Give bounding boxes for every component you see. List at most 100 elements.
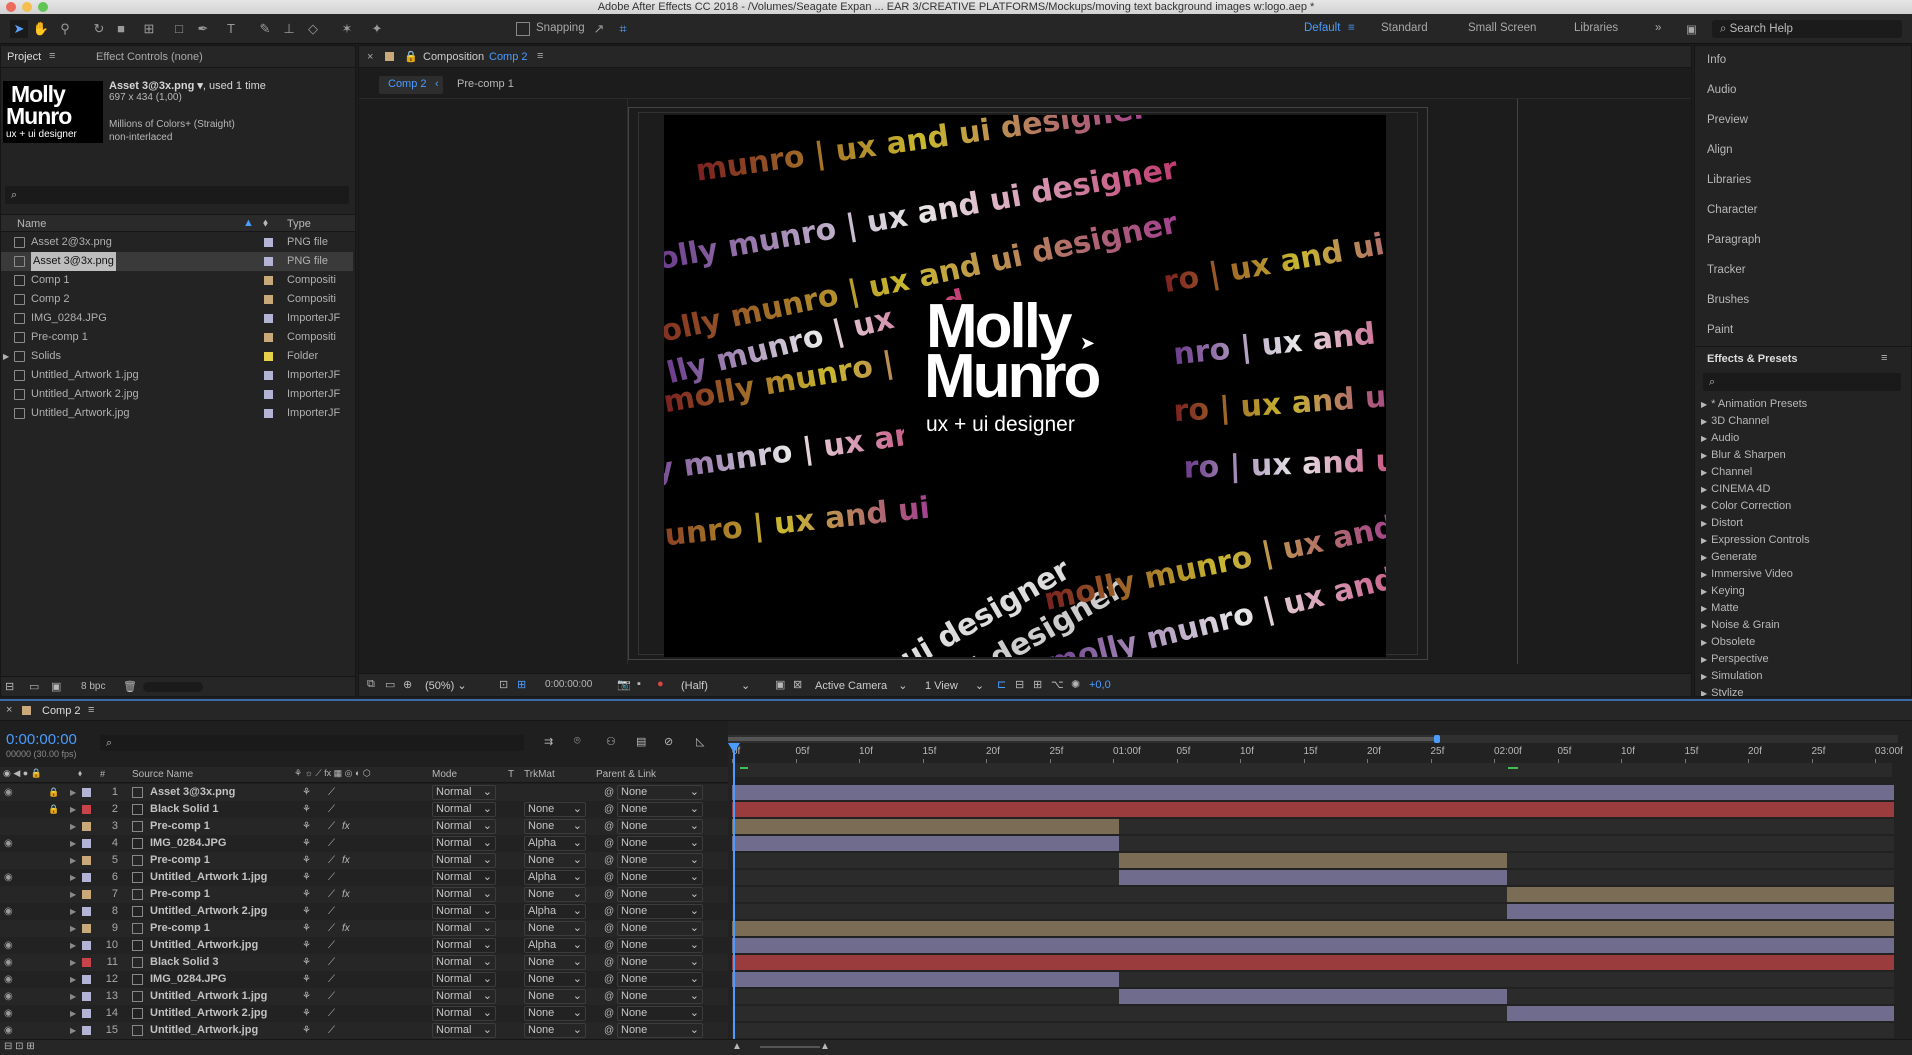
layer-name[interactable]: Untitled_Artwork 2.jpg [150, 1005, 267, 1022]
always-preview-icon[interactable]: ⧉ [367, 678, 375, 691]
track-matte-dropdown[interactable]: None ⌄ [524, 921, 586, 936]
effects-search-input[interactable]: ⌕ [1703, 373, 1901, 391]
breadcrumb-comp2[interactable]: Comp 2 [379, 76, 443, 94]
layer-duration-bar[interactable] [1119, 870, 1507, 885]
layer-duration-bar[interactable] [732, 785, 1894, 800]
expand-arrow-icon[interactable]: ▶ [70, 954, 76, 971]
disclosure-triangle-icon[interactable]: ▶ [1701, 638, 1707, 647]
parent-dropdown[interactable]: None ⌄ [617, 904, 703, 919]
layer-row[interactable]: ◉ ▶ 13 Untitled_Artwork 1.jpg ⚘ ⟋ Normal ⌄ None ⌄… [0, 988, 730, 1005]
timeline-zoom-slider[interactable] [760, 1046, 820, 1048]
layer-name[interactable]: Untitled_Artwork 1.jpg [150, 869, 267, 886]
column-parent[interactable]: Parent & Link [596, 769, 656, 780]
quality-switch-icon[interactable]: ⟋ [328, 1005, 335, 1022]
eye-icon[interactable]: ◉ [4, 784, 13, 801]
blend-mode-dropdown[interactable]: Normal ⌄ [432, 904, 496, 919]
layer-duration-bar[interactable] [732, 972, 1120, 987]
shy-switch-icon[interactable]: ⚘ [302, 937, 311, 954]
more-workspaces-icon[interactable]: » [1655, 22, 1661, 34]
layer-row[interactable]: ▶ 7 Pre-comp 1 ⚘ ⟋ fx Normal ⌄ None ⌄ @ None ⌄ [0, 886, 730, 903]
effect-switch[interactable]: fx [342, 852, 350, 869]
pickwhip-icon[interactable]: @ [604, 801, 614, 818]
pickwhip-icon[interactable]: @ [604, 784, 614, 801]
track-matte-dropdown[interactable]: Alpha ⌄ [524, 836, 586, 851]
shy-layers-icon[interactable]: ⚇ [606, 735, 616, 748]
blend-mode-dropdown[interactable]: Normal ⌄ [432, 870, 496, 885]
new-composition-icon[interactable]: ▣ [51, 680, 61, 693]
parent-dropdown[interactable]: None ⌄ [617, 955, 703, 970]
pickwhip-icon[interactable]: @ [604, 886, 614, 903]
zoom-window-button[interactable] [38, 2, 48, 12]
layer-row[interactable]: ◉ ▶ 15 Untitled_Artwork.jpg ⚘ ⟋ Normal ⌄ None ⌄ @ N… [0, 1022, 730, 1039]
expand-arrow-icon[interactable]: ▶ [70, 886, 76, 903]
blend-mode-dropdown[interactable]: Normal ⌄ [432, 972, 496, 987]
disclosure-triangle-icon[interactable]: ▶ [1701, 570, 1707, 579]
effect-category[interactable]: ▶ Channel [1701, 466, 1752, 483]
roto-brush-tool-icon[interactable]: ✶ [338, 20, 356, 38]
layer-duration-bar[interactable] [732, 836, 1120, 851]
project-item[interactable]: Comp 1 Compositi [1, 271, 353, 290]
label-color[interactable] [264, 257, 273, 266]
breadcrumb-precomp1[interactable]: Pre-comp 1 [457, 78, 514, 90]
parent-dropdown[interactable]: None ⌄ [617, 802, 703, 817]
effect-switch[interactable]: fx [342, 920, 350, 937]
graph-editor-icon[interactable]: ◺ [696, 735, 704, 748]
project-item[interactable]: Untitled_Artwork.jpg ImporterJF [1, 404, 353, 423]
disclosure-triangle-icon[interactable]: ▶ [1701, 485, 1707, 494]
disclosure-triangle-icon[interactable]: ▶ [1701, 451, 1707, 460]
snapshot-icon[interactable]: 📷 [617, 678, 631, 691]
layer-duration-bar[interactable] [1506, 904, 1894, 919]
track-matte-dropdown[interactable]: None ⌄ [524, 802, 586, 817]
zoom-dropdown[interactable]: (50%) ⌄ [425, 679, 475, 693]
layer-name[interactable]: Pre-comp 1 [150, 886, 210, 903]
eraser-tool-icon[interactable]: ◇ [304, 20, 322, 38]
label-color[interactable] [82, 856, 91, 865]
parent-dropdown[interactable]: None ⌄ [617, 819, 703, 834]
panel-info[interactable]: Info [1707, 54, 1726, 66]
layer-duration-bar[interactable] [1506, 1006, 1894, 1021]
eye-icon[interactable]: ◉ [4, 869, 13, 886]
column-source-name[interactable]: Source Name [132, 769, 193, 780]
reset-exposure-icon[interactable]: ✺ [1071, 678, 1080, 691]
channel-icon[interactable]: ● [657, 678, 664, 690]
workspace-small-screen[interactable]: Small Screen [1468, 22, 1536, 34]
effect-category[interactable]: ▶ Expression Controls [1701, 534, 1810, 551]
blend-mode-dropdown[interactable]: Normal ⌄ [432, 836, 496, 851]
label-color[interactable] [264, 409, 273, 418]
shy-switch-icon[interactable]: ⚘ [302, 784, 311, 801]
draft-3d-icon[interactable]: ⌾ [574, 735, 581, 748]
project-item[interactable]: IMG_0284.JPG ImporterJF [1, 309, 353, 328]
label-color[interactable] [82, 822, 91, 831]
track-matte-dropdown[interactable]: Alpha ⌄ [524, 904, 586, 919]
project-item[interactable]: Comp 2 Compositi [1, 290, 353, 309]
effect-category[interactable]: ▶ Distort [1701, 517, 1743, 534]
type-tool-icon[interactable]: T [222, 20, 240, 38]
eye-icon[interactable]: ◉ [4, 835, 13, 852]
label-color[interactable] [82, 907, 91, 916]
column-mode[interactable]: Mode [432, 769, 457, 780]
layer-duration-bar[interactable] [732, 819, 1120, 834]
tab-project[interactable]: Project [7, 51, 41, 63]
label-color[interactable] [82, 839, 91, 848]
show-snapshot-icon[interactable]: ▪ [637, 678, 641, 690]
shy-switch-icon[interactable]: ⚘ [302, 818, 311, 835]
layer-duration-bar[interactable] [1506, 887, 1894, 902]
layer-name[interactable]: Pre-comp 1 [150, 852, 210, 869]
parent-dropdown[interactable]: None ⌄ [617, 921, 703, 936]
region-icon[interactable]: ▣ [775, 678, 785, 691]
close-tab-icon[interactable]: × [6, 704, 12, 716]
fit-icon[interactable]: ⊡ [499, 678, 508, 691]
pickwhip-icon[interactable]: @ [604, 988, 614, 1005]
panel-libraries[interactable]: Libraries [1707, 174, 1751, 186]
layer-row[interactable]: ◉ ▶ 14 Untitled_Artwork 2.jpg ⚘ ⟋ Normal ⌄ None ⌄… [0, 1005, 730, 1022]
timeline-search-input[interactable]: ⌕ [100, 735, 524, 751]
quality-switch-icon[interactable]: ⟋ [328, 903, 335, 920]
label-color[interactable] [82, 924, 91, 933]
quality-switch-icon[interactable]: ⟋ [328, 818, 335, 835]
disclosure-triangle-icon[interactable]: ▶ [1701, 689, 1707, 696]
mask-visibility-icon[interactable]: ⊕ [403, 678, 412, 691]
quality-switch-icon[interactable]: ⟋ [328, 784, 335, 801]
project-item[interactable]: Asset 2@3x.png PNG file [1, 233, 353, 252]
layer-row[interactable]: ◉ ▶ 8 Untitled_Artwork 2.jpg ⚘ ⟋ Normal ⌄ Alpha ⌄… [0, 903, 730, 920]
work-area[interactable] [732, 763, 1892, 777]
